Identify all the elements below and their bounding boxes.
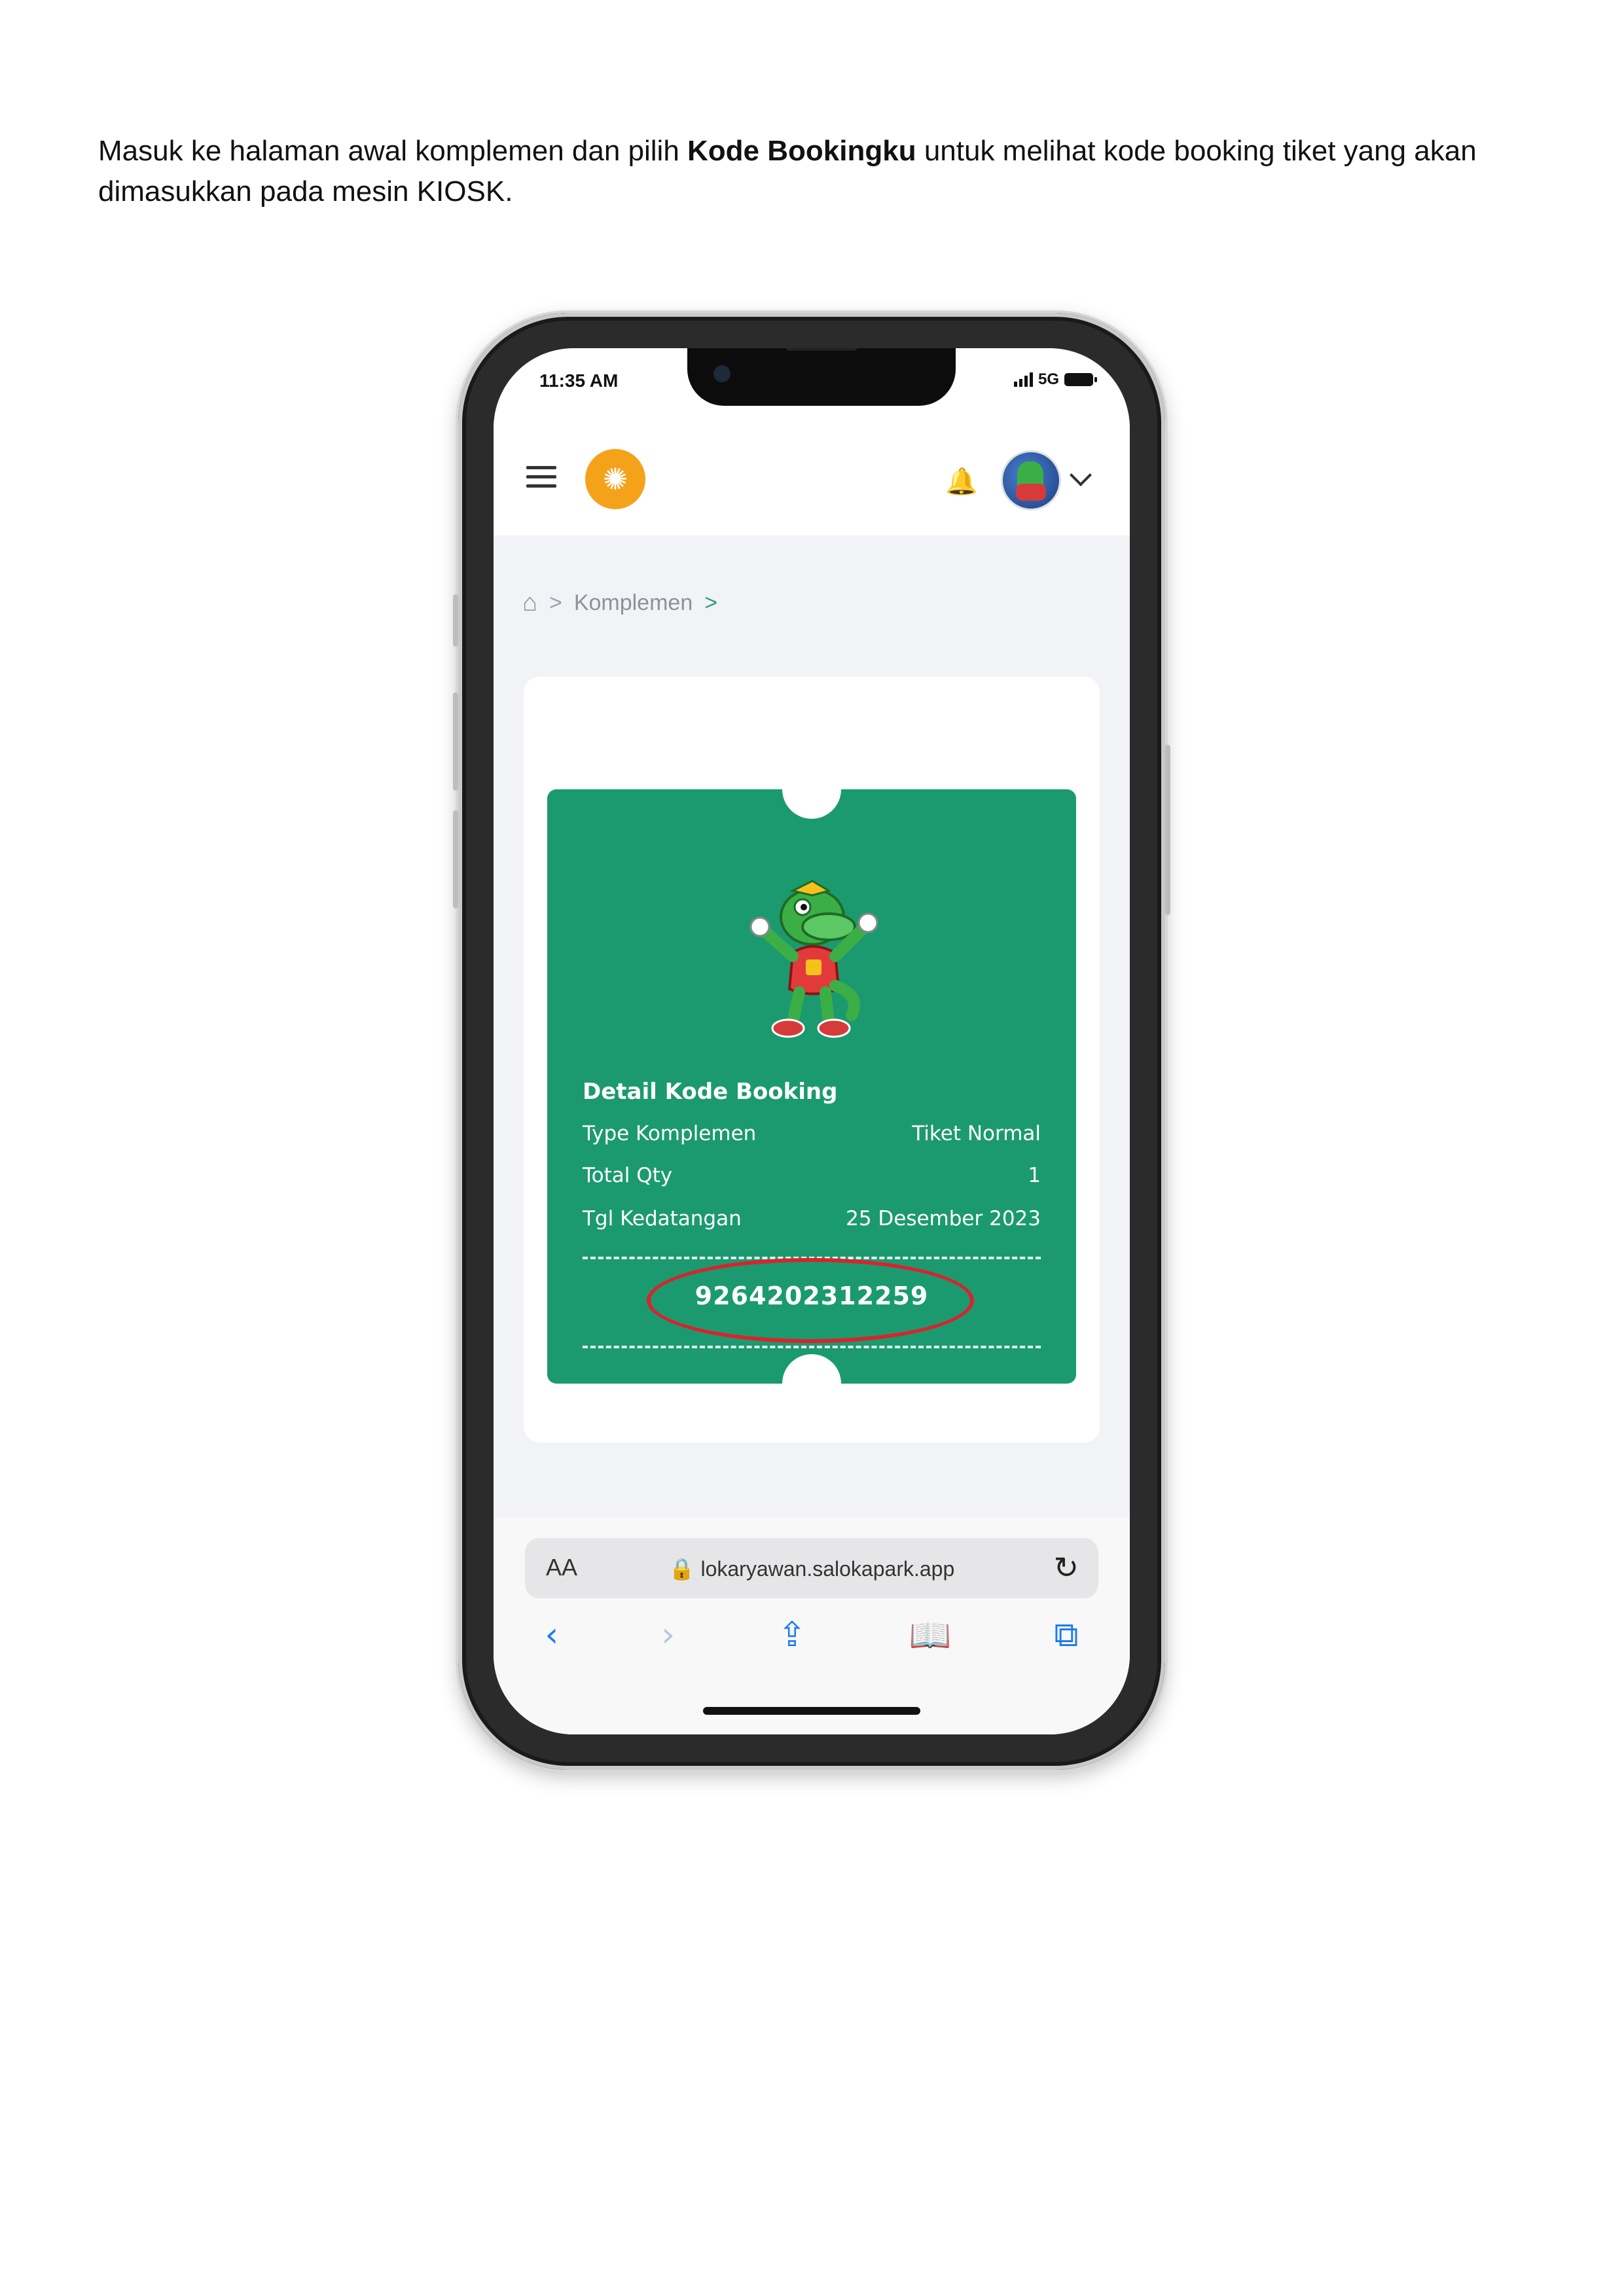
- booking-card: Detail Kode Booking Type Komplemen Tiket…: [524, 677, 1100, 1443]
- divider: [583, 1346, 1041, 1348]
- bookmarks-icon[interactable]: 📖: [909, 1615, 952, 1655]
- home-icon[interactable]: ⌂: [522, 589, 537, 617]
- ticket-notch-top: [782, 789, 841, 819]
- status-time: 11:35 AM: [539, 370, 619, 391]
- speaker: [785, 348, 857, 351]
- share-icon[interactable]: ⇪: [778, 1615, 806, 1655]
- row-value: Tiket Normal: [912, 1122, 1041, 1145]
- row-value: 25 Desember 2023: [846, 1207, 1041, 1230]
- ticket: Detail Kode Booking Type Komplemen Tiket…: [547, 789, 1076, 1384]
- detail-row-type: Type Komplemen Tiket Normal: [583, 1122, 1041, 1145]
- browser-nav: ‹ › ⇪ 📖 ⧉: [494, 1615, 1130, 1655]
- browser-toolbar: AA 🔒 lokaryawan.salokapark.app ↻ ‹ › ⇪ 📖…: [494, 1517, 1130, 1734]
- silent-switch: [453, 594, 458, 647]
- network-label: 5G: [1038, 370, 1059, 388]
- row-value: 1: [1028, 1164, 1041, 1187]
- sun-icon[interactable]: ✺: [585, 449, 645, 509]
- phone-screen: 11:35 AM 5G ✺ 🔔 ⌂ > Komplemen > Detail K…: [494, 348, 1130, 1734]
- signal-icon: [1013, 372, 1033, 387]
- instruction-bold: Kode Bookingku: [687, 135, 916, 167]
- breadcrumb-komplemen[interactable]: Komplemen: [574, 590, 693, 616]
- volume-down-button: [453, 810, 458, 908]
- instruction-before: Masuk ke halaman awal komplemen dan pili…: [98, 135, 688, 167]
- instruction-text: Masuk ke halaman awal komplemen dan pili…: [98, 131, 1551, 212]
- url-text[interactable]: 🔒 lokaryawan.salokapark.app: [525, 1556, 1098, 1581]
- detail-row-date: Tgl Kedatangan 25 Desember 2023: [583, 1207, 1041, 1230]
- row-label: Type Komplemen: [583, 1122, 757, 1145]
- row-label: Tgl Kedatangan: [583, 1207, 742, 1230]
- breadcrumb-separator: >: [549, 590, 562, 615]
- breadcrumb-separator: >: [704, 590, 718, 615]
- hamburger-icon[interactable]: [526, 466, 556, 493]
- app-header: ✺ 🔔: [494, 420, 1130, 535]
- phone-frame: 11:35 AM 5G ✺ 🔔 ⌂ > Komplemen > Detail K…: [453, 313, 1170, 1770]
- highlight-circle: [647, 1258, 974, 1343]
- lock-icon: 🔒: [668, 1557, 695, 1581]
- bell-icon[interactable]: 🔔: [945, 466, 978, 497]
- volume-up-button: [453, 692, 458, 791]
- address-bar[interactable]: AA 🔒 lokaryawan.salokapark.app ↻: [525, 1538, 1098, 1598]
- reload-icon[interactable]: ↻: [1053, 1550, 1079, 1585]
- back-icon[interactable]: ‹: [545, 1615, 558, 1655]
- ticket-notch-bottom: [782, 1354, 841, 1384]
- avatar[interactable]: [1001, 450, 1061, 511]
- power-button: [1165, 745, 1170, 915]
- mascot-image: [749, 880, 878, 1038]
- main-content: ⌂ > Komplemen > Detail Kode Booking Type…: [494, 535, 1130, 1517]
- breadcrumb: ⌂ > Komplemen >: [522, 589, 717, 617]
- chevron-down-icon[interactable]: [1070, 464, 1092, 486]
- detail-title: Detail Kode Booking: [583, 1079, 838, 1105]
- notch: [687, 348, 956, 406]
- tabs-icon[interactable]: ⧉: [1054, 1615, 1078, 1655]
- detail-row-qty: Total Qty 1: [583, 1164, 1041, 1187]
- battery-icon: [1064, 373, 1097, 386]
- home-indicator[interactable]: [703, 1707, 920, 1715]
- status-indicators: 5G: [1013, 370, 1097, 389]
- camera: [713, 365, 731, 382]
- url-label: lokaryawan.salokapark.app: [700, 1557, 955, 1581]
- forward-icon[interactable]: ›: [661, 1615, 675, 1655]
- row-label: Total Qty: [583, 1164, 673, 1187]
